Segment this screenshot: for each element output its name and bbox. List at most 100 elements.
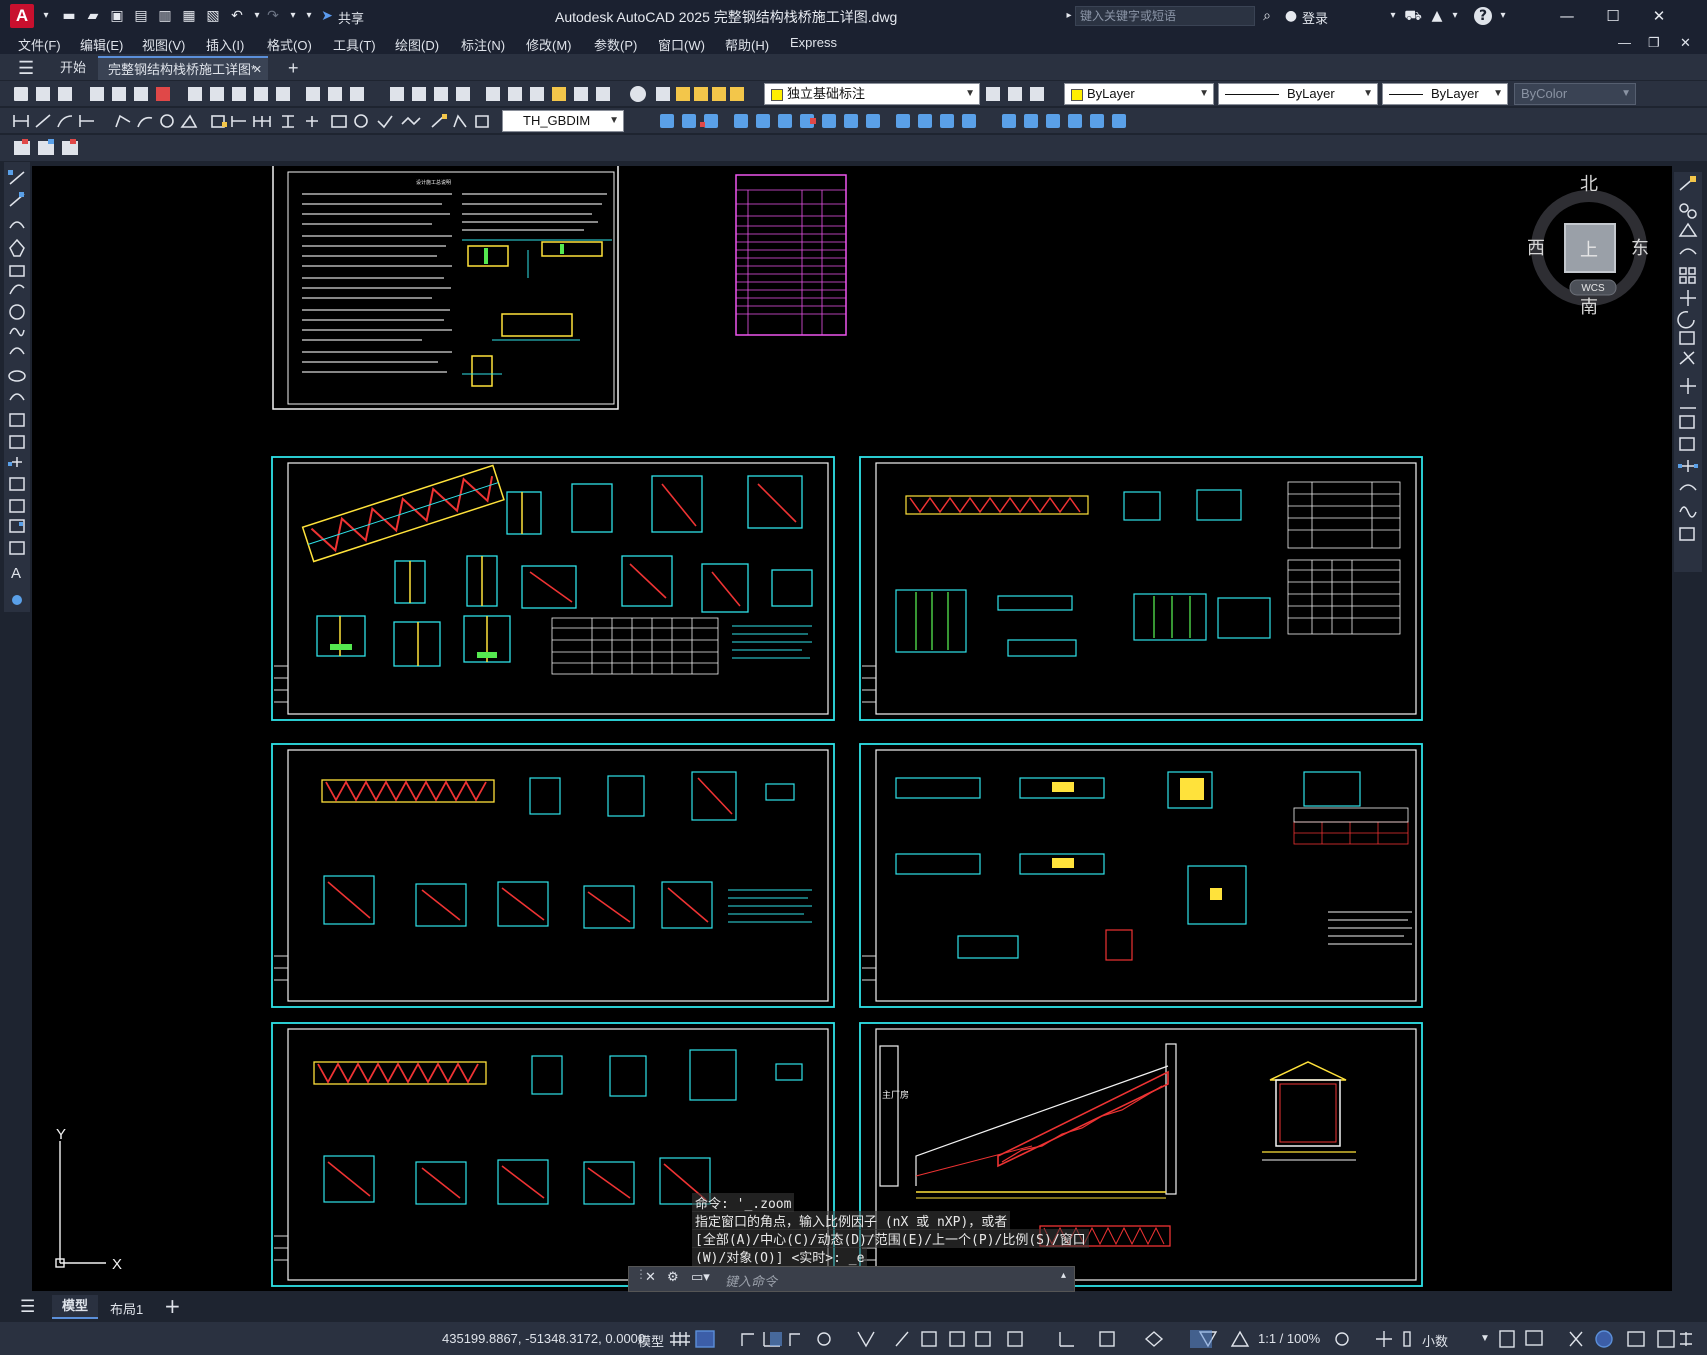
undo-icon[interactable]: ↶: [228, 7, 246, 25]
app-menu-dropdown-icon[interactable]: ▾: [37, 7, 55, 25]
menu-tools[interactable]: 工具(T): [333, 35, 376, 54]
search-input[interactable]: 键入关键字或短语: [1075, 6, 1255, 26]
minimize-button[interactable]: —: [1544, 0, 1590, 32]
menu-window[interactable]: 窗口(W): [658, 35, 705, 54]
close-icon[interactable]: ✕: [645, 1270, 656, 1285]
misc-toolbar: [0, 135, 1707, 162]
tab-start[interactable]: 开始: [50, 56, 96, 80]
menu-edit[interactable]: 编辑(E): [80, 35, 123, 54]
dimstyle-dropdown[interactable]: TH_GBDIM ▼: [502, 110, 624, 132]
status-bar: 435199.8867, -51348.3172, 0.0000 模型 1:1 …: [0, 1322, 1707, 1355]
plotstyle-value: ByColor: [1521, 86, 1568, 101]
new-file-icon[interactable]: ▬: [60, 7, 78, 25]
menu-file[interactable]: 文件(F): [18, 35, 61, 54]
hamburger-menu-icon[interactable]: ☰: [8, 56, 44, 80]
cart-icon[interactable]: ⛟: [1404, 7, 1422, 25]
publish-icon[interactable]: ▥: [156, 7, 174, 25]
redo-icon[interactable]: ↷: [264, 7, 282, 25]
model-space-toggle[interactable]: 模型: [638, 1331, 664, 1350]
save-icon[interactable]: ▣: [108, 7, 126, 25]
draw-toolbar: A: [4, 162, 30, 612]
tab-layout1[interactable]: 布局1: [110, 1299, 143, 1318]
coordinate-readout[interactable]: 435199.8867, -51348.3172, 0.0000: [442, 1331, 645, 1346]
menu-express[interactable]: Express: [790, 35, 837, 50]
viewcube-east[interactable]: 东: [1631, 238, 1649, 259]
search-icon[interactable]: ⌕: [1258, 7, 1276, 25]
menu-dimension[interactable]: 标注(N): [461, 35, 505, 54]
doc-minimize-button[interactable]: —: [1618, 35, 1631, 50]
add-layout-button[interactable]: +: [164, 1294, 181, 1318]
help-icon[interactable]: ?: [1474, 7, 1492, 25]
wcs-menu[interactable]: WCS: [1581, 283, 1605, 294]
command-input[interactable]: 键入命令: [725, 1271, 777, 1290]
login-dropdown-icon[interactable]: ▾: [1384, 7, 1402, 25]
units-dropdown[interactable]: 小数: [1422, 1331, 1448, 1350]
file-tabs-bar: ☰ 开始 完整钢结构栈桥施工详图* ✕ +: [0, 54, 1707, 80]
draw-toolbar-icons[interactable]: A: [4, 162, 30, 612]
tab-document[interactable]: 完整钢结构栈桥施工详图* ✕: [98, 56, 268, 80]
command-line[interactable]: ⋮ ✕ ⚙ ▭▾ 键入命令 ▴: [628, 1266, 1075, 1292]
login-label[interactable]: 登录: [1302, 8, 1328, 27]
command-history-line-1: 命令: '_.zoom: [692, 1193, 795, 1212]
share-icon[interactable]: ➤: [318, 7, 336, 25]
menu-parametric[interactable]: 参数(P): [594, 35, 637, 54]
lineweight-dropdown[interactable]: ByLayer ▼: [1382, 83, 1508, 105]
chevron-down-icon: ▼: [965, 88, 975, 99]
modify-toolbar-icons[interactable]: [1674, 172, 1702, 572]
viewcube-north[interactable]: 北: [1580, 174, 1598, 195]
menu-help[interactable]: 帮助(H): [725, 35, 769, 54]
customize-dropdown-icon[interactable]: ▾: [300, 7, 318, 25]
units-chevron-down-icon[interactable]: ▼: [1480, 1333, 1490, 1344]
doc-close-button[interactable]: ✕: [1680, 35, 1691, 51]
layer-dropdown[interactable]: 独立基础标注 ▼: [764, 83, 980, 105]
viewcube-south[interactable]: 南: [1580, 297, 1598, 318]
main-factory-label: 主厂房: [882, 1089, 909, 1101]
drawing-index-table: [735, 174, 847, 336]
wrench-icon[interactable]: ⚙: [667, 1270, 679, 1285]
viewcube-top-face[interactable]: 上: [1580, 240, 1598, 261]
menu-draw[interactable]: 绘图(D): [395, 35, 439, 54]
sheet3-details: [321, 771, 812, 929]
menu-insert[interactable]: 插入(I): [206, 35, 244, 54]
save-as-icon[interactable]: ▤: [132, 7, 150, 25]
sheet-title-label: 设计施工总说明: [416, 179, 451, 186]
tab-close-icon[interactable]: ✕: [253, 58, 262, 82]
drawing-canvas[interactable]: 设计施工总说明 主厂房 Y X 上 北 南 东 西 WCS: [32, 166, 1672, 1291]
new-tab-button[interactable]: +: [278, 56, 309, 80]
linetype-preview: [1225, 94, 1279, 96]
autocad-logo[interactable]: A: [10, 4, 34, 28]
color-dropdown[interactable]: ByLayer ▼: [1064, 83, 1214, 105]
tab-model[interactable]: 模型: [52, 1295, 98, 1319]
autodesk-app-icon[interactable]: ▲: [1428, 7, 1446, 25]
plot-icon[interactable]: ▦: [180, 7, 198, 25]
chevron-down-icon: ▼: [609, 115, 619, 126]
user-icon[interactable]: ●: [1282, 7, 1300, 25]
layout-menu-icon[interactable]: ☰: [20, 1297, 35, 1317]
chevron-down-icon: ▼: [1363, 88, 1373, 99]
menu-bar: 文件(F) 编辑(E) 视图(V) 插入(I) 格式(O) 工具(T) 绘图(D…: [0, 32, 1707, 54]
misc-toolbar-icons[interactable]: [0, 135, 100, 162]
menu-view[interactable]: 视图(V): [142, 35, 185, 54]
linetype-dropdown[interactable]: ByLayer ▼: [1218, 83, 1378, 105]
share-label[interactable]: 共享: [338, 8, 364, 27]
annotation-scale[interactable]: 1:1 / 100%: [1258, 1331, 1320, 1346]
viewcube-west[interactable]: 西: [1527, 238, 1545, 259]
dimension-toolbar-icons[interactable]: [0, 108, 1707, 134]
ucs-x-label: X: [112, 1256, 122, 1273]
command-prompt-icon[interactable]: ▭▾: [691, 1270, 710, 1285]
maximize-button[interactable]: ☐: [1590, 0, 1636, 32]
close-button[interactable]: ✕: [1636, 0, 1682, 32]
command-history-toggle-icon[interactable]: ▴: [1061, 1270, 1066, 1281]
drawing-content[interactable]: 设计施工总说明 主厂房 Y X 上 北 南 东 西 WCS: [32, 166, 1672, 1291]
sheet1-details: [301, 464, 813, 675]
plotstyle-dropdown[interactable]: ByColor ▼: [1514, 83, 1636, 105]
doc-restore-button[interactable]: ❐: [1648, 35, 1660, 51]
modify-toolbar: [1674, 172, 1702, 572]
app-dropdown-icon[interactable]: ▾: [1446, 7, 1464, 25]
menu-modify[interactable]: 修改(M): [526, 35, 572, 54]
print-icon[interactable]: ▧: [204, 7, 222, 25]
help-dropdown-icon[interactable]: ▾: [1494, 7, 1512, 25]
menu-format[interactable]: 格式(O): [267, 35, 312, 54]
chevron-down-icon: ▼: [1493, 88, 1503, 99]
open-folder-icon[interactable]: ▰: [84, 7, 102, 25]
